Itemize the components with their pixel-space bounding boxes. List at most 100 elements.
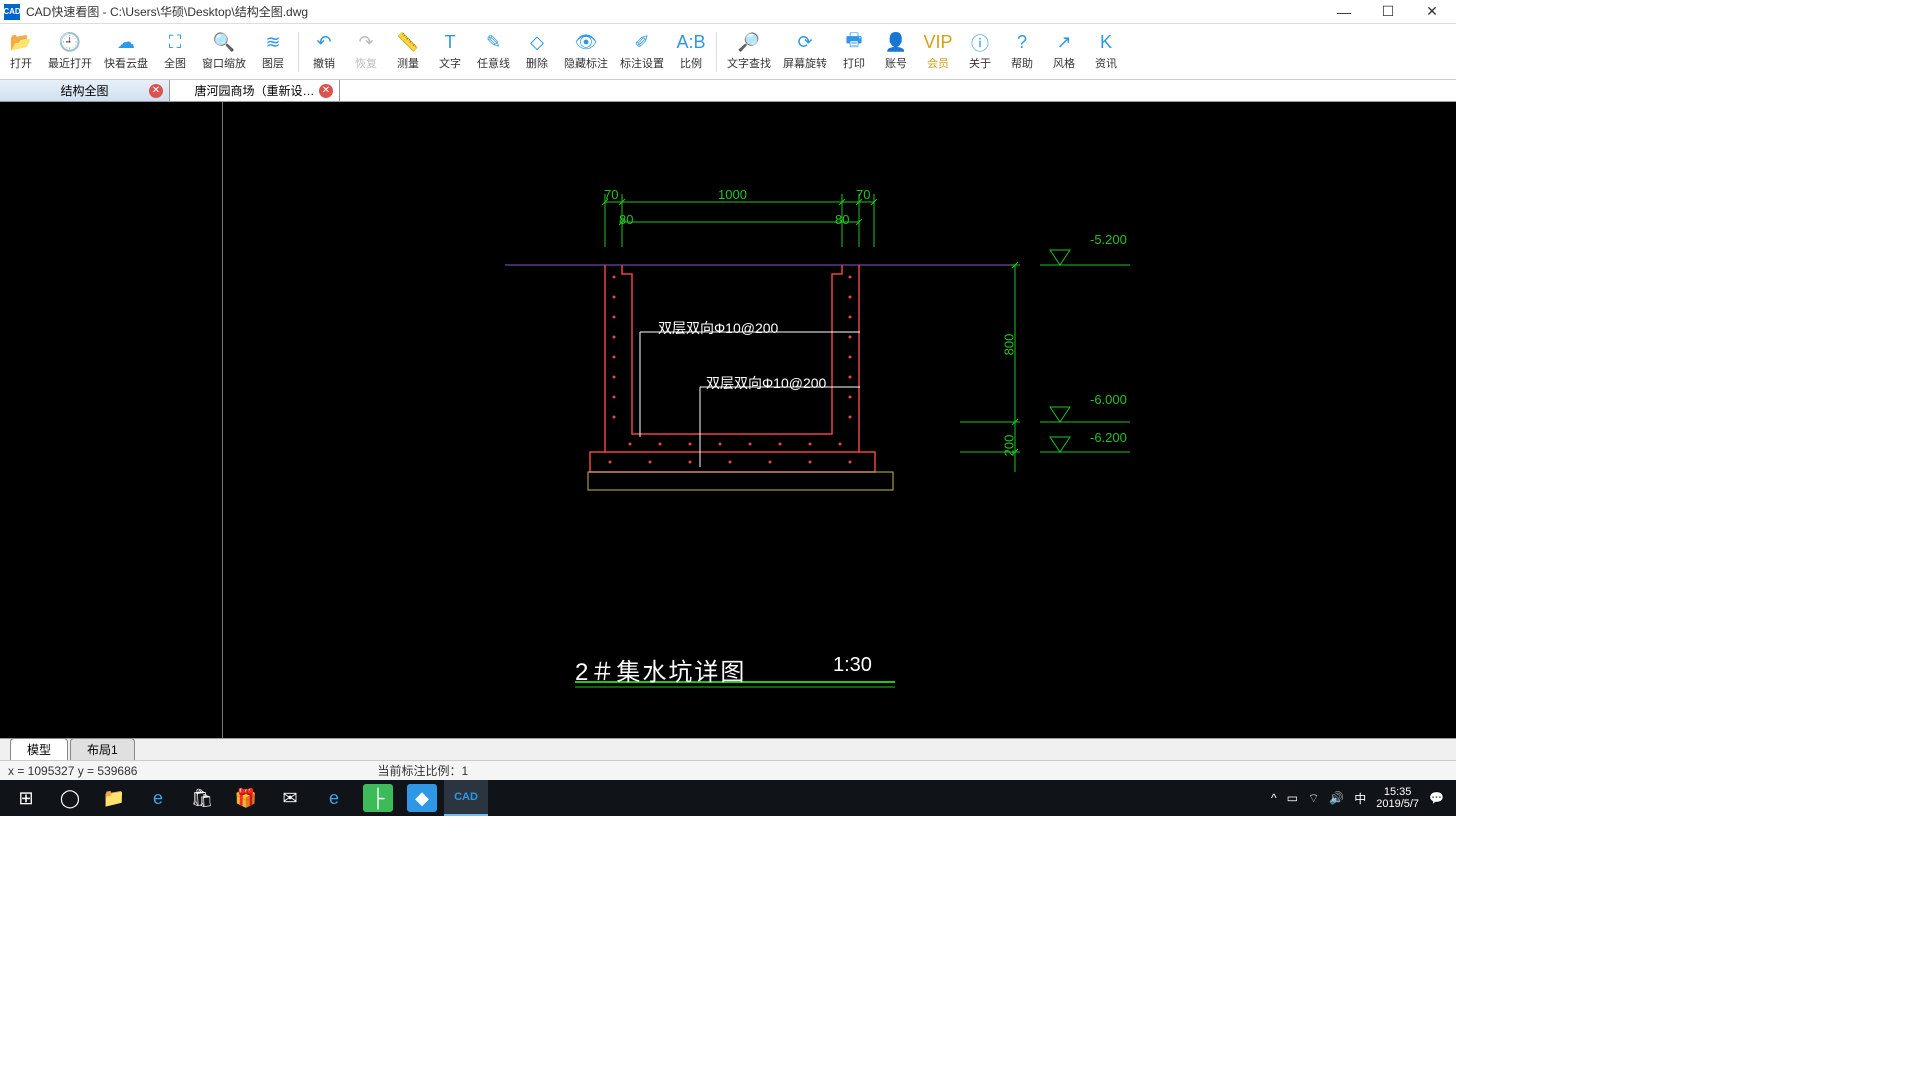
tool-label: 关于: [969, 55, 991, 71]
vip-icon: VIP: [926, 33, 950, 53]
tool-layer[interactable]: ≋图层: [252, 29, 294, 75]
coord-readout: x = 1095327 y = 539686: [8, 764, 137, 778]
file-explorer-icon[interactable]: 📁: [92, 780, 136, 816]
ie-icon[interactable]: e: [312, 780, 356, 816]
cad-app-taskbar[interactable]: CAD: [444, 780, 488, 816]
file-tab-1[interactable]: 唐河园商场（重新设…✕: [170, 80, 340, 101]
tool-label: 文字查找: [727, 55, 771, 71]
layout-tab-0[interactable]: 模型: [10, 738, 68, 760]
app-blue-icon[interactable]: ◆: [407, 784, 437, 812]
text-icon: T: [438, 33, 462, 53]
tool-label: 删除: [526, 55, 548, 71]
close-button[interactable]: ✕: [1422, 2, 1442, 22]
vdim-800: 800: [1001, 334, 1016, 356]
dim-80-left: 80: [619, 212, 633, 227]
tool-zoomwin[interactable]: 🔍窗口缩放: [196, 29, 252, 75]
open-icon: 📂: [9, 33, 33, 53]
tool-cloud[interactable]: ☁快看云盘: [98, 29, 154, 75]
tool-redo[interactable]: ↷恢复: [345, 29, 387, 75]
start-button[interactable]: ⊞: [4, 780, 48, 816]
scale-icon: A:B: [679, 33, 703, 53]
tool-undo[interactable]: ↶ 撤销: [303, 29, 345, 75]
delete-icon: ◇: [525, 33, 549, 53]
about-icon: ⓘ: [968, 33, 992, 53]
layout-tabs: 模型布局1: [0, 738, 1456, 760]
tool-label: 快看云盘: [104, 55, 148, 71]
minimize-button[interactable]: —: [1334, 2, 1354, 22]
rebar-note-2: 双层双向Φ10@200: [706, 373, 826, 393]
tool-line[interactable]: ✎任意线: [471, 29, 516, 75]
layout-tab-1[interactable]: 布局1: [70, 738, 135, 760]
notification-icon[interactable]: 💬: [1429, 791, 1444, 805]
tool-rotate[interactable]: ⟳ 屏幕旋转: [777, 29, 833, 75]
store-icon[interactable]: 🛍: [180, 780, 224, 816]
tool-style[interactable]: ↗风格: [1043, 29, 1085, 75]
dim-scale-readout: 当前标注比例：1: [377, 762, 468, 779]
account-icon: 👤: [884, 33, 908, 53]
dim-70-right: 70: [856, 187, 870, 202]
window-title: CAD快速看图 - C:\Users\华硕\Desktop\结构全图.dwg: [26, 3, 1334, 20]
tool-label: 账号: [885, 55, 907, 71]
tool-label: 比例: [680, 55, 702, 71]
tool-label: 屏幕旋转: [783, 55, 827, 71]
file-tabs: 结构全图✕唐河园商场（重新设…✕: [0, 80, 1456, 102]
redo-icon: ↷: [354, 33, 378, 53]
battery-icon[interactable]: ▭: [1287, 791, 1298, 805]
tool-label: 测量: [397, 55, 419, 71]
tool-markset[interactable]: ✐ 标注设置: [614, 29, 670, 75]
layer-icon: ≋: [261, 33, 285, 53]
tray-chevron-icon[interactable]: ^: [1271, 791, 1277, 805]
dim-80-right: 80: [835, 212, 849, 227]
tool-account[interactable]: 👤 账号: [875, 29, 917, 75]
measure-icon: 📏: [396, 33, 420, 53]
tool-label: 最近打开: [48, 55, 92, 71]
system-tray[interactable]: ^ ▭ ⌔ 🔊 中 15:35 2019/5/7 💬: [1271, 786, 1452, 810]
drawing-canvas[interactable]: 70 1000 70 80 80 双层双向Φ10@200 双层双向Φ10@200…: [0, 102, 1456, 738]
tool-fullview[interactable]: ⛶全图: [154, 29, 196, 75]
tool-hidemark[interactable]: 👁隐藏标注: [558, 29, 614, 75]
dim-70-left: 70: [604, 187, 618, 202]
tool-print[interactable]: 🖶打印: [833, 29, 875, 75]
tool-about[interactable]: ⓘ 关于: [959, 29, 1001, 75]
tool-label: 打开: [10, 55, 32, 71]
rebar-note-1: 双层双向Φ10@200: [658, 318, 778, 338]
file-tab-0[interactable]: 结构全图 ✕: [0, 80, 170, 101]
tool-open[interactable]: 📂 打开: [0, 29, 42, 75]
close-tab-icon[interactable]: ✕: [149, 84, 163, 98]
tool-label: 资讯: [1095, 55, 1117, 71]
zoomwin-icon: 🔍: [212, 33, 236, 53]
gift-icon[interactable]: 🎁: [224, 780, 268, 816]
tool-vip[interactable]: VIP 会员: [917, 29, 959, 75]
cortana-icon[interactable]: ◯: [48, 780, 92, 816]
tool-scale[interactable]: A:B 比例: [670, 29, 712, 75]
tool-findtext[interactable]: 🔎 文字查找: [721, 29, 777, 75]
tool-help[interactable]: ?帮助: [1001, 29, 1043, 75]
drawing-title: 2＃集水坑详图: [575, 652, 746, 687]
mail-icon[interactable]: ✉: [268, 780, 312, 816]
edge-icon[interactable]: e: [136, 780, 180, 816]
rotate-icon: ⟳: [793, 33, 817, 53]
tool-delete[interactable]: ◇ 删除: [516, 29, 558, 75]
tool-label: 撤销: [313, 55, 335, 71]
maximize-button[interactable]: ☐: [1378, 2, 1398, 22]
tool-info[interactable]: K资讯: [1085, 29, 1127, 75]
findtext-icon: 🔎: [737, 33, 761, 53]
tool-text[interactable]: T文字: [429, 29, 471, 75]
tool-label: 会员: [927, 55, 949, 71]
tool-measure[interactable]: 📏 测量: [387, 29, 429, 75]
ime-indicator[interactable]: 中: [1354, 790, 1366, 807]
wifi-icon[interactable]: ⌔: [1308, 791, 1319, 806]
close-tab-icon[interactable]: ✕: [319, 84, 333, 98]
fullview-icon: ⛶: [163, 33, 187, 53]
clock[interactable]: 15:35 2019/5/7: [1376, 786, 1419, 810]
tool-label: 帮助: [1011, 55, 1033, 71]
tool-recent[interactable]: 🕘最近打开: [42, 29, 98, 75]
drawing-scale: 1:30: [833, 654, 872, 677]
tool-label: 风格: [1053, 55, 1075, 71]
markset-icon: ✐: [630, 33, 654, 53]
app-green-icon[interactable]: ├: [363, 784, 393, 812]
file-tab-label: 结构全图: [60, 82, 108, 99]
tool-label: 标注设置: [620, 55, 664, 71]
undo-icon: ↶: [312, 33, 336, 53]
volume-icon[interactable]: 🔊: [1329, 791, 1344, 805]
